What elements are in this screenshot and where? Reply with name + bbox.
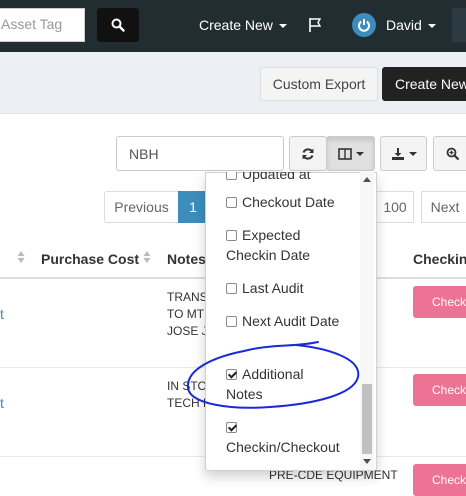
menu-scrollbar-thumb[interactable] [362,384,372,454]
chevron-down-icon [427,24,436,29]
checkbox[interactable] [226,230,237,241]
table-cell-notes: IN STO [167,379,207,393]
chevron-down-icon [278,24,287,29]
table-cell-notes: TECH F [167,396,211,410]
navbar-right-toggle[interactable] [452,8,466,42]
user-name-label: David [386,17,422,33]
pagination-next[interactable]: Next [421,191,466,223]
pagination-page[interactable]: 1 [178,191,208,223]
column-header-purchase-cost[interactable]: Purchase Cost [41,251,139,267]
checkbox-checked[interactable] [226,422,237,433]
export-button[interactable] [380,136,427,171]
zoom-in-icon [446,147,460,160]
chevron-down-icon [355,151,364,156]
power-icon [358,19,370,32]
custom-export-button[interactable]: Custom Export [260,67,378,101]
refresh-icon [302,147,314,160]
flag-icon[interactable] [308,17,322,33]
search-button[interactable] [97,8,139,42]
scroll-down-arrow-icon[interactable] [362,457,372,465]
column-option-label: Additional Notes [226,366,304,402]
checkbox[interactable] [226,316,237,327]
scroll-up-arrow-icon[interactable] [362,176,372,184]
columns-icon [337,147,352,160]
create-new-menu[interactable]: Create New [199,17,287,33]
search-icon [111,18,125,32]
zoom-button[interactable] [433,136,466,171]
user-avatar[interactable] [352,13,376,37]
checkout-button[interactable]: Checko [413,464,466,496]
column-option-label: Last Audit [242,280,304,296]
checkbox[interactable] [226,283,237,294]
column-option-expected-checkin-date[interactable]: Expected Checkin Date [226,225,351,265]
create-new-button[interactable]: Create New [382,67,466,101]
checkbox-checked[interactable] [226,369,237,380]
table-row-link[interactable]: t [0,306,4,322]
table-row-link[interactable]: t [0,395,4,411]
create-new-label: Create New [199,17,273,33]
sort-icon[interactable] [17,249,25,265]
table-search-input[interactable]: NBH [116,136,284,171]
download-icon [391,147,404,160]
column-option-checkin-checkout[interactable]: Checkin/Checkout [226,417,351,457]
column-option-next-audit-date[interactable]: Next Audit Date [226,311,341,331]
table-cell-notes: TRANS [167,290,208,304]
refresh-button[interactable] [289,136,327,171]
page-size-option[interactable]: 100 [376,191,414,223]
columns-toggle-button[interactable] [326,136,375,171]
column-option-label: Next Audit Date [242,313,340,329]
column-option-additional-notes[interactable]: Additional Notes [226,364,331,404]
column-header-notes[interactable]: Notes [167,251,206,267]
pagination-previous[interactable]: Previous [104,191,179,223]
table-cell-notes: TO MT [167,307,205,321]
checkout-button[interactable]: Checko [413,286,466,318]
sort-icon[interactable] [143,249,151,265]
column-header-checkin[interactable]: Checkin/ [413,251,466,267]
asset-tag-search-input[interactable]: Asset Tag [0,8,85,42]
column-option-label: Checkin/Checkout [226,439,340,455]
column-option-last-audit[interactable]: Last Audit [226,278,304,298]
checkbox[interactable] [226,197,237,208]
column-option-label: Checkout Date [242,194,335,210]
user-menu[interactable]: David [386,17,436,33]
chevron-down-icon [408,151,417,156]
column-option-label: Expected Checkin Date [226,227,311,263]
checkout-button[interactable]: Checko [413,374,466,406]
column-option-checkout-date[interactable]: Checkout Date [226,192,335,212]
